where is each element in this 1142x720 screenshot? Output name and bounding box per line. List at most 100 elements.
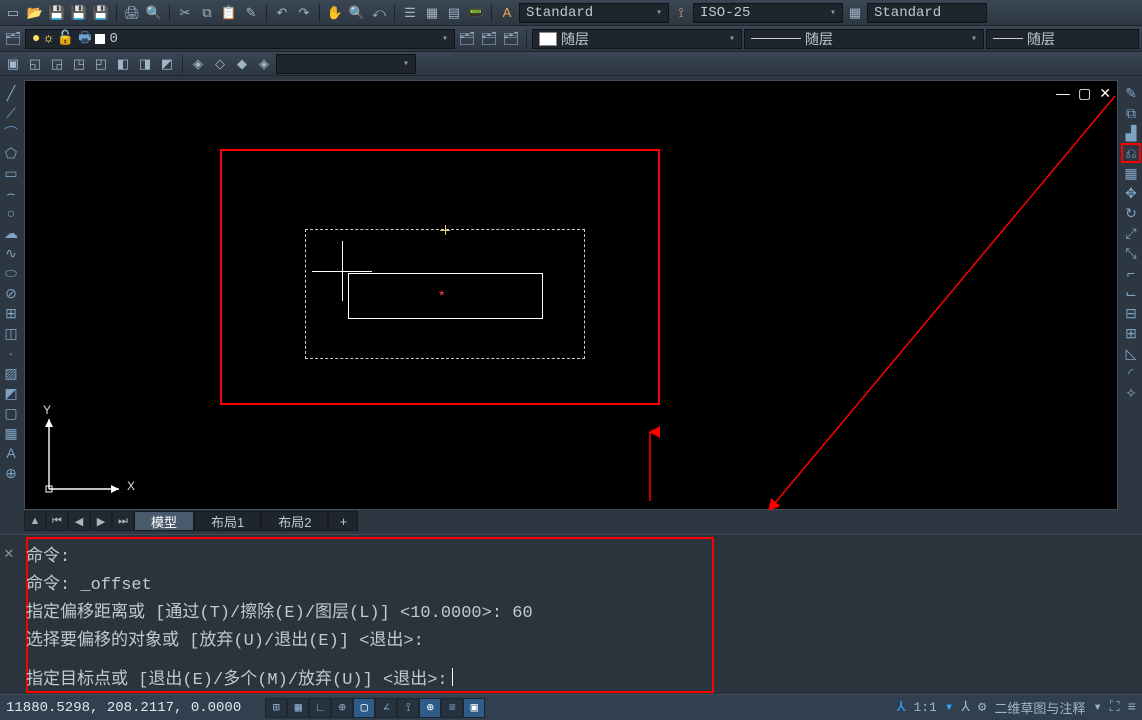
view-nw-icon[interactable]: ◰ [91,54,111,74]
annoauto-icon[interactable]: ⚙ [978,699,986,716]
linetype-dropdown[interactable]: 随层 ▾ [744,29,984,49]
mtext-icon[interactable]: A [2,444,20,462]
workspace-label[interactable]: 二维草图与注释 [994,698,1085,717]
hatch-icon[interactable]: ▨ [2,364,20,382]
ellipse-icon[interactable]: ⬭ [2,264,20,282]
tab-layout2[interactable]: 布局2 [261,511,328,531]
tab-layout1[interactable]: 布局1 [194,511,261,531]
solid-cone-icon[interactable]: ◆ [232,54,252,74]
layer-dropdown[interactable]: ● ☼ 🔓 🖶 0 ▾ [25,29,455,49]
hardware-accel-icon[interactable]: ≡ [1128,700,1136,716]
erase-icon[interactable]: ✎ [1122,84,1140,102]
textstyle-icon[interactable]: A [497,3,517,23]
view-back-icon[interactable]: ◩ [157,54,177,74]
circle-icon[interactable]: ○ [2,204,20,222]
osnap-toggle[interactable]: ▢ [353,698,375,718]
copy-obj-icon[interactable]: ⧉ [1122,104,1140,122]
save-icon[interactable]: 💾 [47,3,67,23]
tab-add[interactable]: + [328,511,358,531]
extend-icon[interactable]: ⌙ [1122,284,1140,302]
props-icon[interactable]: ☰ [400,3,420,23]
point-icon[interactable]: ∙ [2,344,20,362]
zoom-icon[interactable]: 🔍 [347,3,367,23]
match-icon[interactable]: ✎ [241,3,261,23]
ducs-toggle[interactable]: ⟟ [397,698,419,718]
rotate-icon[interactable]: ↻ [1122,204,1140,222]
paste-icon[interactable]: 📋 [219,3,239,23]
break-icon[interactable]: ⊟ [1122,304,1140,322]
snap-toggle[interactable]: ⊞ [265,698,287,718]
layer-match-icon[interactable]: 🗂 [501,29,521,49]
design-center-icon[interactable]: ▦ [422,3,442,23]
calc-icon[interactable]: 📟 [466,3,486,23]
preview-icon[interactable]: 🔍 [144,3,164,23]
view-se-icon[interactable]: ◲ [47,54,67,74]
revcloud-icon[interactable]: ☁ [2,224,20,242]
undo-icon[interactable]: ↶ [272,3,292,23]
tool-palette-icon[interactable]: ▤ [444,3,464,23]
pan-icon[interactable]: ✋ [325,3,345,23]
tab-next-icon[interactable]: ▶ [90,511,112,531]
ellipsearc-icon[interactable]: ⊘ [2,284,20,302]
grid-toggle[interactable]: ▦ [287,698,309,718]
cut-icon[interactable]: ✂ [175,3,195,23]
tab-prev-icon[interactable]: ◀ [68,511,90,531]
fillet-icon[interactable]: ◜ [1122,364,1140,382]
scale-value[interactable]: 1:1 [913,700,936,715]
ortho-toggle[interactable]: ∟ [309,698,331,718]
saveas-icon[interactable]: 💾 [91,3,111,23]
copy-icon[interactable]: ⧉ [197,3,217,23]
stretch-icon[interactable]: ⤡ [1122,244,1140,262]
command-input[interactable]: 指定目标点或 [退出(E)/多个(M)/放弃(U)] <退出>: [26,664,1132,690]
annoscale-icon[interactable]: ⅄ [897,699,906,716]
view-sw-icon[interactable]: ◱ [25,54,45,74]
polar-toggle[interactable]: ⊕ [331,698,353,718]
move-icon[interactable]: ✥ [1122,184,1140,202]
close-icon[interactable]: ✕ [1099,85,1111,102]
color-dropdown[interactable]: 随层 ▾ [532,29,742,49]
tab-first-icon[interactable]: ⏮ [46,511,68,531]
insert-icon[interactable]: ⊞ [2,304,20,322]
annoscale-menu-icon[interactable]: ▾ [945,699,953,716]
redo-icon[interactable]: ↷ [294,3,314,23]
zoomprev-icon[interactable]: ⤺ [369,3,389,23]
solid-sphere-icon[interactable]: ◇ [210,54,230,74]
table-icon[interactable]: ▦ [2,424,20,442]
view-top-icon[interactable]: ▣ [3,54,23,74]
pline-icon[interactable]: ⌒ [2,124,20,142]
array-icon[interactable]: ▦ [1122,164,1140,182]
scale-icon[interactable]: ⤢ [1122,224,1140,242]
xline-icon[interactable]: ⟋ [2,104,20,122]
block-icon[interactable]: ◫ [2,324,20,342]
open-icon[interactable]: 📂 [25,3,45,23]
visual-style-dropdown[interactable]: ▾ [276,54,416,74]
annovis-icon[interactable]: ⅄ [961,699,970,716]
layer-prev-icon[interactable]: 🗂 [457,29,477,49]
dyn-toggle[interactable]: ⊕ [419,698,441,718]
cmd-close-icon[interactable]: ✕ [4,543,14,563]
lock-ui-icon[interactable]: ⛶ [1110,700,1120,716]
minimize-icon[interactable]: — [1056,85,1070,102]
textstyle-dropdown[interactable]: Standard ▾ [519,3,669,23]
addsel-icon[interactable]: ⊕ [2,464,20,482]
tab-expand-icon[interactable]: ▲ [24,511,46,531]
spline-icon[interactable]: ∿ [2,244,20,262]
polygon-icon[interactable]: ⬠ [2,144,20,162]
workspace-menu-icon[interactable]: ▾ [1093,699,1101,716]
line-icon[interactable]: ╱ [2,84,20,102]
mirror-icon[interactable]: ▟ [1122,124,1140,142]
lineweight-dropdown[interactable]: 随层 [986,29,1139,49]
tab-model[interactable]: 模型 [134,511,194,531]
lwt-toggle[interactable]: ≡ [441,698,463,718]
view-right-icon[interactable]: ◨ [135,54,155,74]
gradient-icon[interactable]: ◩ [2,384,20,402]
dimstyle-dropdown[interactable]: ISO-25 ▾ [693,3,843,23]
saveall-icon[interactable]: 💾 [69,3,89,23]
maximize-icon[interactable]: ▢ [1078,85,1091,102]
solid-box-icon[interactable]: ◈ [188,54,208,74]
layer-iso-icon[interactable]: 🗂 [479,29,499,49]
tab-last-icon[interactable]: ⏭ [112,511,134,531]
view-left-icon[interactable]: ◧ [113,54,133,74]
layer-manager-icon[interactable]: 🗂 [3,29,23,49]
explode-icon[interactable]: ✧ [1122,384,1140,402]
